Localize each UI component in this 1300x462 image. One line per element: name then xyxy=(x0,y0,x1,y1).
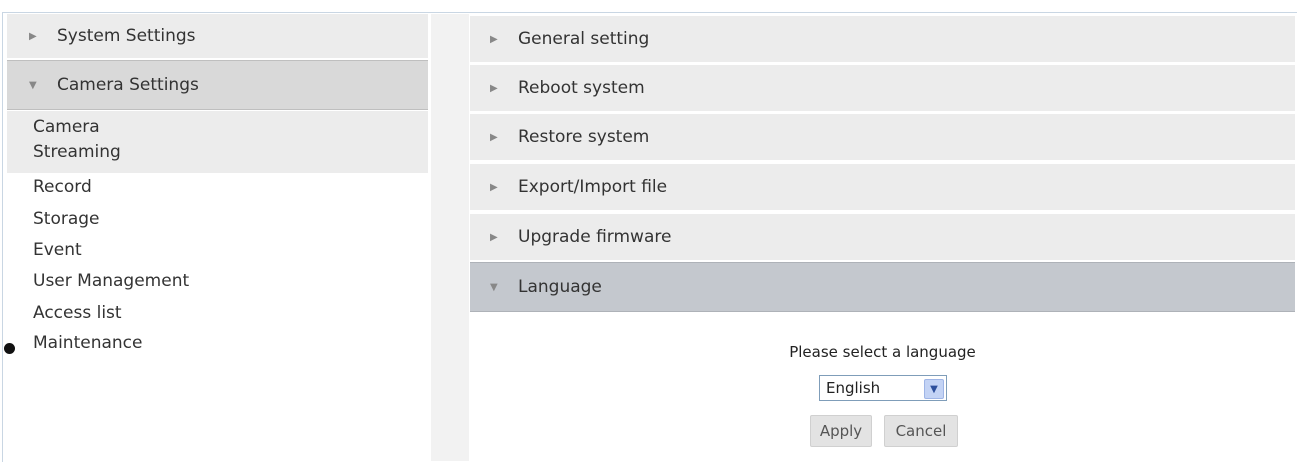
sidebar-item-maintenance[interactable]: Maintenance xyxy=(33,332,142,354)
chevron-down-icon[interactable]: ▼ xyxy=(924,379,944,399)
triangle-right-icon: ▶ xyxy=(29,30,37,42)
section-label: Upgrade firmware xyxy=(518,227,672,247)
section-reboot-system[interactable]: ▶ Reboot system xyxy=(470,65,1295,111)
sidebar-item-storage[interactable]: Storage xyxy=(33,208,100,230)
column-divider xyxy=(431,14,469,461)
language-select-value: English xyxy=(826,379,881,397)
sidebar-system-settings-label: System Settings xyxy=(57,26,196,46)
sidebar-system-settings[interactable]: ▶ System Settings xyxy=(7,14,428,58)
camera-settings-submenu: Camera Streaming xyxy=(7,111,428,173)
sidebar-item-event[interactable]: Event xyxy=(33,239,82,261)
triangle-right-icon: ▶ xyxy=(490,231,498,243)
section-restore-system[interactable]: ▶ Restore system xyxy=(470,114,1295,160)
section-export-import-file[interactable]: ▶ Export/Import file xyxy=(470,164,1295,210)
triangle-right-icon: ▶ xyxy=(490,33,498,45)
triangle-right-icon: ▶ xyxy=(490,131,498,143)
sidebar-item-streaming[interactable]: Streaming xyxy=(33,141,121,163)
triangle-down-icon: ▼ xyxy=(29,79,37,91)
sidebar: ▶ System Settings ▼ Camera Settings Came… xyxy=(4,14,428,461)
sidebar-item-access-list[interactable]: Access list xyxy=(33,302,122,324)
sidebar-item-record[interactable]: Record xyxy=(33,176,92,198)
section-upgrade-firmware[interactable]: ▶ Upgrade firmware xyxy=(470,214,1295,260)
cancel-button[interactable]: Cancel xyxy=(884,415,958,447)
sidebar-camera-settings[interactable]: ▼ Camera Settings xyxy=(7,60,428,110)
section-label: General setting xyxy=(518,29,650,49)
apply-button[interactable]: Apply xyxy=(810,415,872,447)
sidebar-item-user-management[interactable]: User Management xyxy=(33,270,189,292)
sidebar-item-camera[interactable]: Camera xyxy=(33,116,100,138)
section-label: Restore system xyxy=(518,127,650,147)
language-prompt: Please select a language xyxy=(789,343,976,361)
triangle-right-icon: ▶ xyxy=(490,181,498,193)
sidebar-camera-settings-label: Camera Settings xyxy=(57,75,199,95)
bullet-icon xyxy=(4,343,15,354)
triangle-right-icon: ▶ xyxy=(490,82,498,94)
section-label: Language xyxy=(518,277,602,297)
section-label: Reboot system xyxy=(518,78,645,98)
maintenance-panel: ▶ General setting ▶ Reboot system ▶ Rest… xyxy=(470,14,1295,461)
section-language[interactable]: ▼ Language xyxy=(470,262,1295,312)
triangle-down-icon: ▼ xyxy=(490,281,498,293)
section-general-setting[interactable]: ▶ General setting xyxy=(470,16,1295,62)
language-section-body: Please select a language English ▼ Apply… xyxy=(470,314,1295,461)
section-label: Export/Import file xyxy=(518,177,668,197)
language-select[interactable]: English ▼ xyxy=(819,375,947,401)
